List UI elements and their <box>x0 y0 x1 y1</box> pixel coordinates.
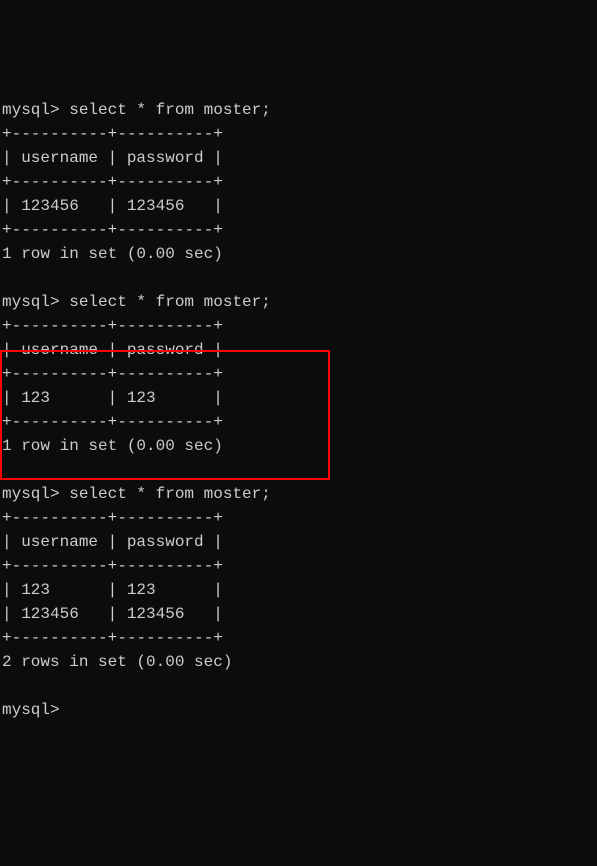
terminal-output: mysql> select * from moster; +----------… <box>2 98 595 722</box>
